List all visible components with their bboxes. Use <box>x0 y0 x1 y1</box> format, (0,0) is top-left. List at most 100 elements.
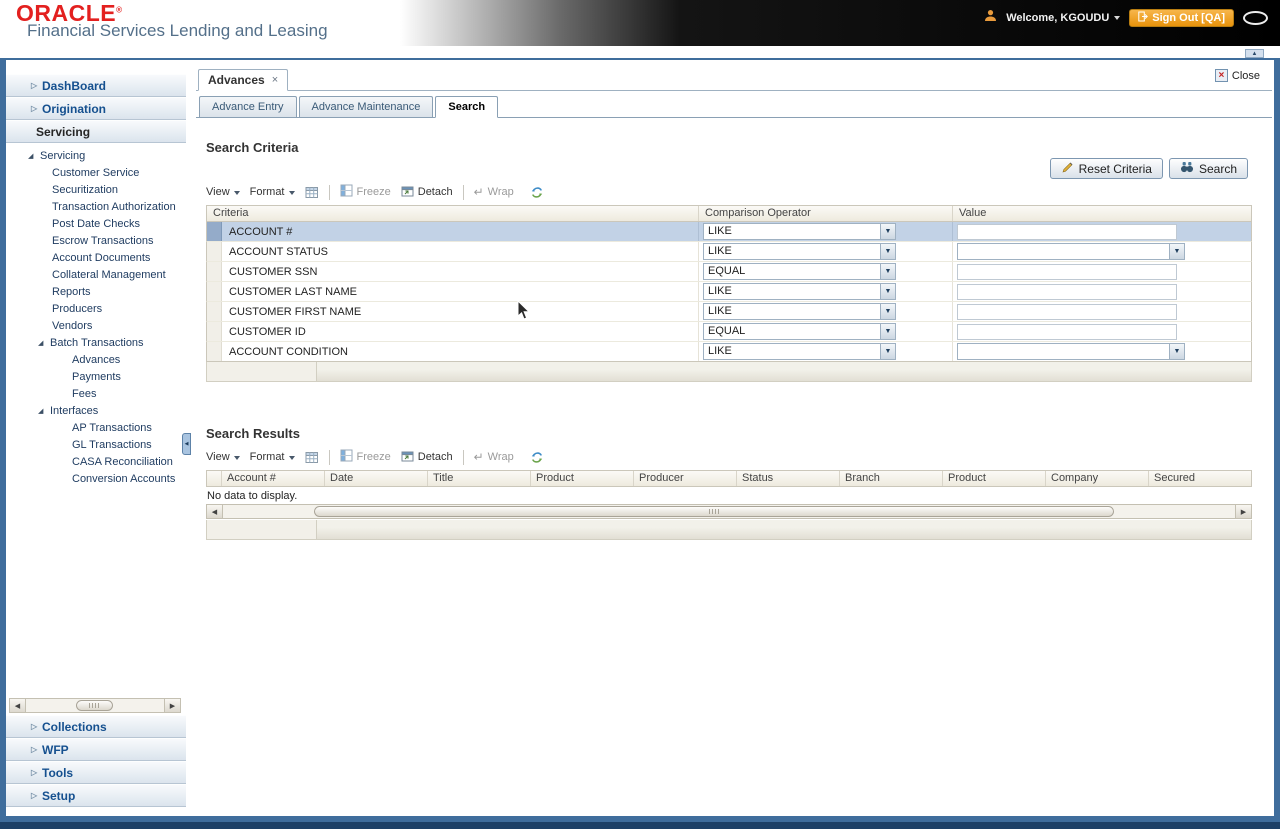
value-combo[interactable]: ▼ <box>957 243 1185 260</box>
results-column-header[interactable]: Product <box>531 471 634 486</box>
chevron-down-icon[interactable]: ▼ <box>1169 244 1184 259</box>
chevron-down-icon[interactable]: ▼ <box>880 244 895 259</box>
results-column-header[interactable]: Product <box>943 471 1046 486</box>
column-header-comparison-operator[interactable]: Comparison Operator <box>699 206 953 221</box>
criteria-row[interactable]: ACCOUNT CONDITION LIKE ▼ ▼ <box>206 342 1252 362</box>
collapse-node-icon[interactable]: ◢ <box>38 404 43 420</box>
sidebar-section-servicing[interactable]: Servicing <box>6 120 186 143</box>
column-header-value[interactable]: Value <box>953 206 1251 221</box>
operator-combo[interactable]: EQUAL ▼ <box>703 323 896 340</box>
results-scrollbar[interactable]: ◀ ▶ <box>206 504 1252 519</box>
row-selector[interactable] <box>207 222 222 241</box>
tree-item-securitization[interactable]: Securitization <box>6 182 186 198</box>
tree-item-collateral-management[interactable]: Collateral Management <box>6 267 186 283</box>
chevron-down-icon[interactable]: ▼ <box>880 284 895 299</box>
splitter-collapse-handle[interactable]: ◀ <box>182 433 191 455</box>
value-input[interactable] <box>957 303 1177 320</box>
scroll-left-icon[interactable]: ◀ <box>207 505 223 518</box>
tree-item-account-documents[interactable]: Account Documents <box>6 250 186 266</box>
criteria-row[interactable]: CUSTOMER SSN EQUAL ▼ <box>206 262 1252 282</box>
tree-scrollbar[interactable]: ◀ ▶ <box>9 698 181 713</box>
tab-advances[interactable]: Advances × <box>198 69 289 91</box>
row-selector[interactable] <box>207 262 222 281</box>
chevron-down-icon[interactable]: ▼ <box>880 324 895 339</box>
operator-combo[interactable]: LIKE ▼ <box>703 243 896 260</box>
chevron-down-icon[interactable]: ▼ <box>880 264 895 279</box>
criteria-row[interactable]: CUSTOMER FIRST NAME LIKE ▼ <box>206 302 1252 322</box>
sidebar-section-wfp[interactable]: ▷ WFP <box>6 738 186 761</box>
criteria-row[interactable]: ACCOUNT # LIKE ▼ <box>206 222 1252 242</box>
tree-item-reports[interactable]: Reports <box>6 284 186 300</box>
row-selector[interactable] <box>207 342 222 361</box>
tree-item-conversion-accounts[interactable]: Conversion Accounts <box>6 471 186 487</box>
welcome-menu[interactable]: Welcome, KGOUDU <box>1006 12 1121 24</box>
results-column-header[interactable]: Account # <box>222 471 325 486</box>
tree-item-gl-transactions[interactable]: GL Transactions <box>6 437 186 453</box>
tree-item-ap-transactions[interactable]: AP Transactions <box>6 420 186 436</box>
tree-item-escrow-transactions[interactable]: Escrow Transactions <box>6 233 186 249</box>
sign-out-button[interactable]: Sign Out [QA] <box>1129 9 1234 27</box>
operator-combo[interactable]: LIKE ▼ <box>703 283 896 300</box>
criteria-row[interactable]: CUSTOMER LAST NAME LIKE ▼ <box>206 282 1252 302</box>
collapse-node-icon[interactable]: ◢ <box>38 336 43 352</box>
chevron-down-icon[interactable]: ▼ <box>880 304 895 319</box>
view-menu[interactable]: View <box>206 186 240 198</box>
tree-item-payments[interactable]: Payments <box>6 369 186 385</box>
results-column-header[interactable]: Status <box>737 471 840 486</box>
view-menu[interactable]: View <box>206 451 240 463</box>
freeze-button[interactable]: Freeze <box>340 449 391 465</box>
tree-item-fees[interactable]: Fees <box>6 386 186 402</box>
scroll-right-icon[interactable]: ▶ <box>1235 505 1251 518</box>
freeze-button[interactable]: Freeze <box>340 184 391 200</box>
wrap-button[interactable]: ↵ Wrap <box>474 185 514 199</box>
format-menu[interactable]: Format <box>250 451 295 463</box>
chevron-down-icon[interactable]: ▼ <box>880 224 895 239</box>
tree-item-post-date-checks[interactable]: Post Date Checks <box>6 216 186 232</box>
chevron-down-icon[interactable]: ▼ <box>880 344 895 359</box>
results-column-header[interactable]: Company <box>1046 471 1149 486</box>
operator-combo[interactable]: LIKE ▼ <box>703 223 896 240</box>
row-selector[interactable] <box>207 282 222 301</box>
results-column-header[interactable]: Date <box>325 471 428 486</box>
value-input[interactable] <box>957 323 1177 340</box>
operator-combo[interactable]: LIKE ▼ <box>703 303 896 320</box>
collapse-node-icon[interactable]: ◢ <box>28 149 33 165</box>
sidebar-section-setup[interactable]: ▷ Setup <box>6 784 186 807</box>
value-input[interactable] <box>957 263 1177 280</box>
column-header-criteria[interactable]: Criteria <box>207 206 699 221</box>
value-input[interactable] <box>957 223 1177 240</box>
chevron-down-icon[interactable]: ▼ <box>1169 344 1184 359</box>
value-combo[interactable]: ▼ <box>957 343 1185 360</box>
refresh-icon[interactable] <box>530 186 544 199</box>
sidebar-section-tools[interactable]: ▷ Tools <box>6 761 186 784</box>
detach-button[interactable]: Detach <box>401 450 453 465</box>
tree-item-producers[interactable]: Producers <box>6 301 186 317</box>
detach-button[interactable]: Detach <box>401 185 453 200</box>
sidebar-section-collections[interactable]: ▷ Collections <box>6 715 186 738</box>
sidebar-section-origination[interactable]: ▷ Origination <box>6 97 186 120</box>
value-input[interactable] <box>957 283 1177 300</box>
tab-search[interactable]: Search <box>435 96 499 118</box>
tree-node-batch-transactions[interactable]: ◢ Batch Transactions <box>6 335 186 351</box>
tree-item-advances[interactable]: Advances <box>6 352 186 368</box>
tab-advance-entry[interactable]: Advance Entry <box>199 96 297 117</box>
sidebar-section-dashboard[interactable]: ▷ DashBoard <box>6 74 186 97</box>
scrollbar-thumb[interactable] <box>75 700 113 711</box>
results-column-header[interactable]: Producer <box>634 471 737 486</box>
tree-node-interfaces[interactable]: ◢ Interfaces <box>6 403 186 419</box>
tree-item-casa-reconciliation[interactable]: CASA Reconciliation <box>6 454 186 470</box>
row-selector[interactable] <box>207 242 222 261</box>
export-icon[interactable] <box>305 186 319 199</box>
search-button[interactable]: Search <box>1168 158 1248 179</box>
wrap-button[interactable]: ↵ Wrap <box>474 450 514 464</box>
scroll-right-icon[interactable]: ▶ <box>164 699 180 712</box>
tree-node-servicing[interactable]: ◢ Servicing <box>6 148 186 164</box>
tree-item-customer-service[interactable]: Customer Service <box>6 165 186 181</box>
criteria-row[interactable]: CUSTOMER ID EQUAL ▼ <box>206 322 1252 342</box>
operator-combo[interactable]: EQUAL ▼ <box>703 263 896 280</box>
operator-combo[interactable]: LIKE ▼ <box>703 343 896 360</box>
row-selector[interactable] <box>207 302 222 321</box>
refresh-icon[interactable] <box>530 451 544 464</box>
results-column-header[interactable]: Secured <box>1149 471 1251 486</box>
tab-advance-maintenance[interactable]: Advance Maintenance <box>298 96 434 117</box>
